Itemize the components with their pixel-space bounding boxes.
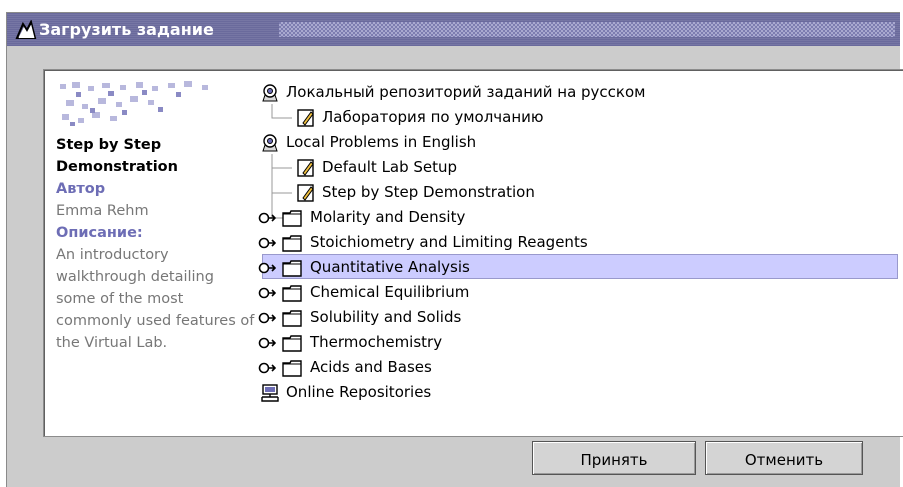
- lab-document-icon: [297, 159, 314, 177]
- lab-details: Step by Step Demonstration Автор Emma Re…: [56, 134, 256, 354]
- expand-toggle-icon[interactable]: [258, 211, 276, 225]
- title-bar[interactable]: Загрузить задание: [7, 13, 900, 46]
- author-heading: Автор: [56, 181, 106, 197]
- content-panel: Step by Step Demonstration Автор Emma Re…: [43, 69, 903, 437]
- tree-item-label: Local Problems in English: [286, 133, 477, 151]
- accept-button[interactable]: Принять: [532, 441, 696, 475]
- description-heading: Описание:: [56, 225, 143, 241]
- expand-toggle-icon[interactable]: [258, 236, 276, 250]
- tree-item-label: Step by Step Demonstration: [322, 183, 535, 201]
- lab-document-icon: [297, 109, 314, 127]
- cancel-button[interactable]: Отменить: [705, 441, 863, 475]
- expand-toggle-icon[interactable]: [258, 311, 276, 325]
- repository-icon: [262, 134, 278, 152]
- tree-item-label: Thermochemistry: [310, 333, 443, 351]
- load-task-dialog: Загрузить задание Step by Step Demonstra…: [6, 12, 903, 487]
- tree-item-label: Default Lab Setup: [322, 158, 458, 176]
- folder-icon: [282, 235, 302, 252]
- tree-item-label: Acids and Bases: [310, 358, 432, 376]
- tree-item-label: Molarity and Density: [310, 208, 466, 226]
- folder-icon: [282, 260, 302, 277]
- expand-toggle-icon[interactable]: [258, 361, 276, 375]
- network-computer-icon: [261, 384, 279, 402]
- title-drag-pattern: [279, 22, 895, 37]
- repository-icon: [262, 84, 278, 102]
- folder-icon: [282, 360, 302, 377]
- lab-logo-icon: [60, 81, 208, 126]
- tree-item-label: Лаборатория по умолчанию: [322, 108, 544, 126]
- folder-icon: [282, 285, 302, 302]
- lab-document-icon: [297, 184, 314, 202]
- author-name: Emma Rehm: [56, 203, 149, 219]
- folder-icon: [282, 335, 302, 352]
- tree-item-label: Online Repositories: [286, 383, 432, 401]
- description-text: An introductory walkthrough detailing so…: [56, 247, 255, 351]
- tree-item-label: Quantitative Analysis: [310, 258, 470, 276]
- tree-item-label: Локальный репозиторий заданий на русском: [286, 83, 646, 101]
- folder-icon: [282, 210, 302, 227]
- tree-item-label: Solubility and Solids: [310, 308, 462, 326]
- folder-icon: [282, 310, 302, 327]
- expand-toggle-icon[interactable]: [258, 286, 276, 300]
- dialog-app-icon: [15, 20, 37, 39]
- expand-toggle-icon[interactable]: [258, 261, 276, 275]
- lab-name: Step by Step Demonstration: [56, 137, 178, 175]
- window-title: Загрузить задание: [39, 20, 214, 39]
- tree-item-label: Chemical Equilibrium: [310, 283, 470, 301]
- expand-toggle-icon[interactable]: [258, 336, 276, 350]
- tree-item-label: Stoichiometry and Limiting Reagents: [310, 233, 588, 251]
